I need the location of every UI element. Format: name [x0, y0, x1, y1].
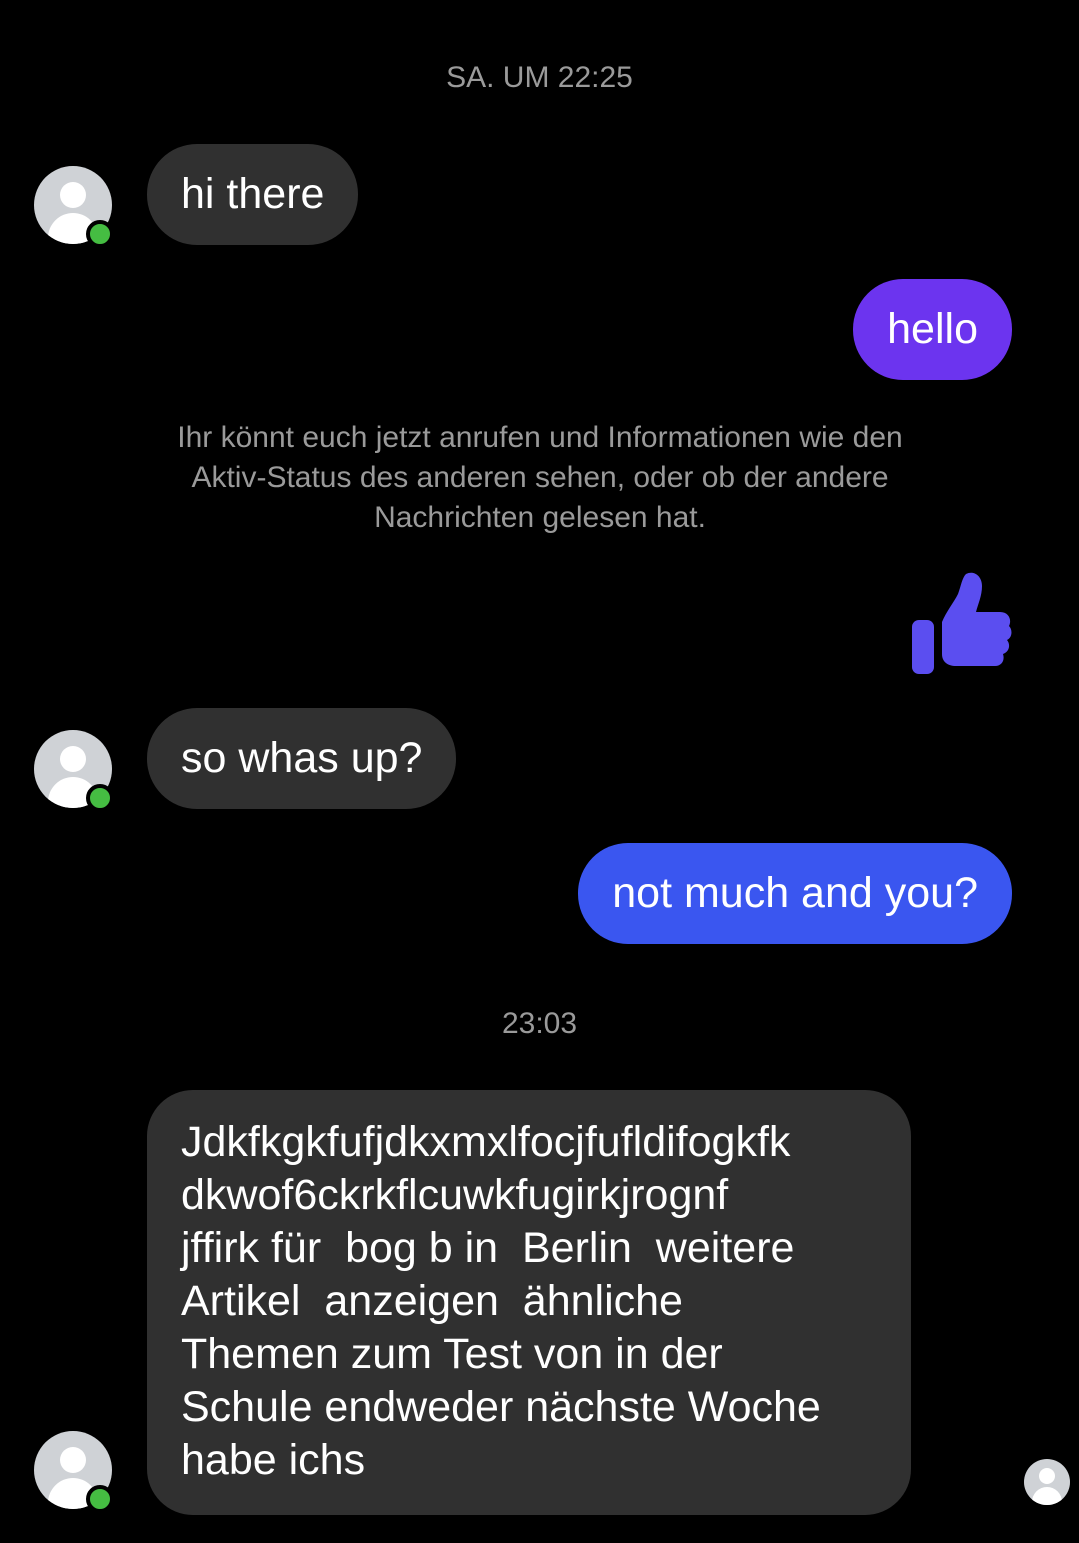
online-status-icon: [86, 784, 114, 812]
outgoing-message-bubble[interactable]: not much and you?: [578, 843, 1012, 944]
avatar-head-shape: [60, 1447, 86, 1473]
avatar-head-shape: [60, 182, 86, 208]
outgoing-message-bubble[interactable]: hello: [853, 279, 1012, 380]
incoming-message-bubble[interactable]: so whas up?: [147, 708, 457, 809]
avatar-head-shape: [60, 746, 86, 772]
timestamp-saturday: SA. UM 22:25: [446, 61, 633, 94]
online-status-icon: [86, 1485, 114, 1513]
thumbs-up-icon-svg: [912, 572, 1012, 674]
incoming-message-bubble[interactable]: hi there: [147, 144, 359, 245]
online-status-icon: [86, 220, 114, 248]
read-receipt-body-shape: [1032, 1487, 1062, 1505]
system-info-note: Ihr könnt euch jetzt anrufen und Informa…: [177, 421, 903, 534]
timestamp-time: 23:03: [501, 1007, 578, 1040]
thumbs-up-icon[interactable]: [906, 568, 1016, 678]
incoming-message-bubble[interactable]: Jdkfkgkfufjdkxmxlfocjfufldifogkfk dkwof6…: [147, 1090, 911, 1515]
read-receipt-avatar-icon: [1024, 1459, 1070, 1505]
read-receipt-head-shape: [1039, 1468, 1055, 1484]
